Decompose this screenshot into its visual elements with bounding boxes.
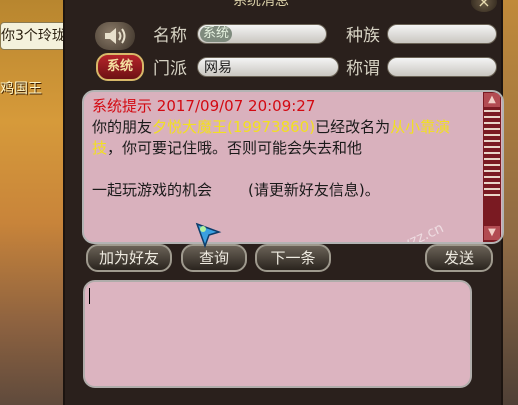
race-label: 种族 xyxy=(346,26,380,46)
message-header: 系统提示 xyxy=(92,97,153,115)
window-title: 系统消息 xyxy=(233,0,289,9)
message-part1: 你的朋友 xyxy=(92,118,153,136)
name-field: 系统 xyxy=(197,24,327,44)
text-caret xyxy=(89,288,90,304)
reply-input[interactable] xyxy=(83,280,472,388)
send-button[interactable]: 发送 xyxy=(425,244,493,272)
message-scrollbar[interactable]: ▲ ▼ xyxy=(483,92,501,242)
watermark: 叶子猪梦幻西游 aq.yzz.cn xyxy=(286,217,447,242)
message-part4: 一起玩游戏的机会 xyxy=(92,181,213,199)
mouse-cursor-icon xyxy=(195,222,223,252)
system-button[interactable]: 系统 xyxy=(96,53,144,81)
next-button[interactable]: 下一条 xyxy=(255,244,331,272)
title-field xyxy=(387,57,497,77)
add-friend-button[interactable]: 加为好友 xyxy=(86,244,172,272)
race-field xyxy=(387,24,497,44)
scroll-down-icon[interactable]: ▼ xyxy=(484,226,500,240)
message-part5: (请更新好友信息)。 xyxy=(248,181,380,199)
message-timestamp: 2017/09/07 20:09:27 xyxy=(156,97,316,115)
message-display: 系统提示 2017/09/07 20:09:27 你的朋友夕悦大魔王(19973… xyxy=(82,90,504,244)
message-part2: 已经改名为 xyxy=(315,118,391,136)
school-label: 门派 xyxy=(153,59,187,79)
school-field: 网易 xyxy=(197,57,339,77)
game-scene-left xyxy=(0,0,66,405)
message-text: 系统提示 2017/09/07 20:09:27 你的朋友夕悦大魔王(19973… xyxy=(92,96,472,201)
system-message-window: 系统消息 × 系统 名称 系统 种族 门派 网易 称谓 系统提示 2017/09… xyxy=(63,0,504,405)
name-label: 名称 xyxy=(153,26,187,46)
message-part3: ，你可要记住哦。否则可能会失去和他 xyxy=(107,139,363,157)
name-value: 系统 xyxy=(200,26,233,42)
scroll-thumb[interactable] xyxy=(484,110,500,198)
friend-name-link[interactable]: 夕悦大魔王(19973860) xyxy=(152,118,315,136)
title-label: 称谓 xyxy=(346,59,380,79)
npc-name: 鸡国王 xyxy=(0,81,42,97)
speaker-icon[interactable] xyxy=(95,22,135,50)
title-bar: 系统消息 xyxy=(65,0,501,12)
scroll-up-icon[interactable]: ▲ xyxy=(484,93,500,107)
